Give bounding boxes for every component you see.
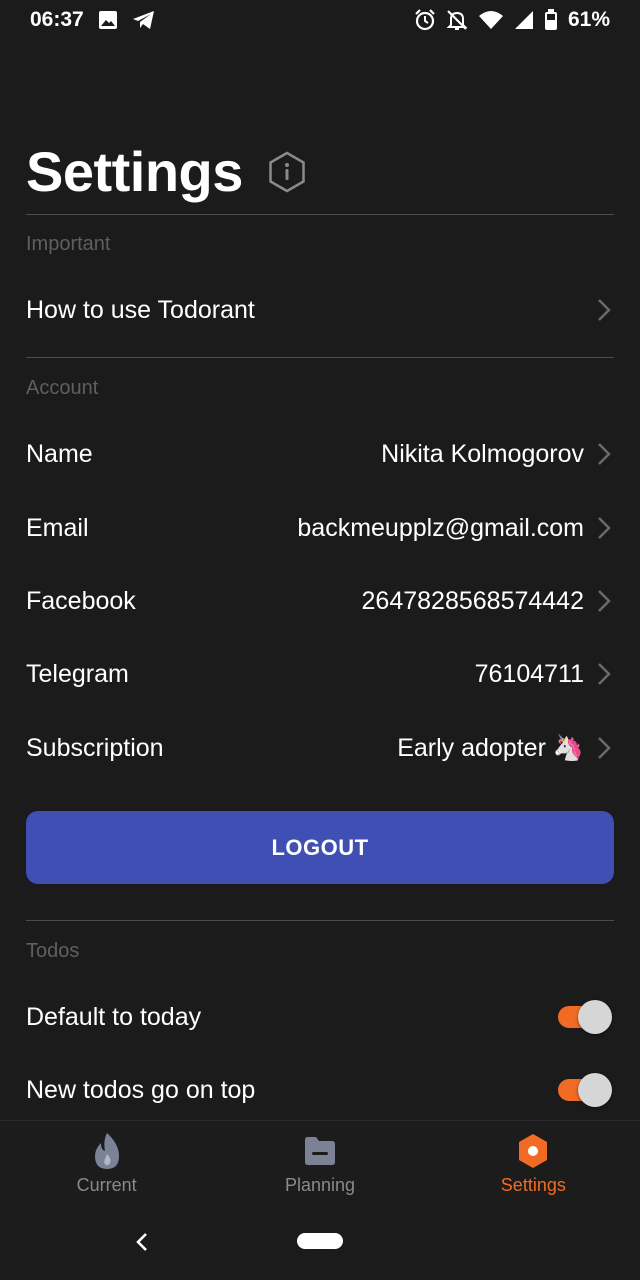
default-to-today-row: Default to today: [26, 987, 614, 1047]
row-label: Subscription: [26, 733, 164, 762]
chevron-right-icon: [594, 298, 614, 322]
row-label: Facebook: [26, 586, 136, 615]
chevron-right-icon: [594, 662, 614, 686]
chevron-right-icon: [594, 516, 614, 540]
row-label: Default to today: [26, 1002, 202, 1031]
row-right: 2647828568574442: [362, 587, 614, 616]
row-label: Telegram: [26, 659, 129, 688]
page-title: Settings: [26, 140, 243, 203]
divider: [26, 357, 614, 358]
status-time: 06:37: [30, 8, 84, 31]
home-pill[interactable]: [297, 1233, 343, 1249]
new-todos-on-top-toggle[interactable]: [558, 1073, 614, 1107]
chevron-right-icon: [594, 589, 614, 613]
section-header-account: Account: [26, 377, 99, 399]
battery-percentage: 61%: [567, 8, 610, 31]
back-icon[interactable]: [130, 1230, 154, 1254]
tab-settings[interactable]: Settings: [427, 1121, 640, 1212]
facebook-value: 2647828568574442: [361, 586, 584, 615]
tab-current[interactable]: Current: [0, 1121, 213, 1212]
folder-icon: [302, 1131, 338, 1171]
section-header-important: Important: [26, 233, 111, 255]
tab-label: Planning: [284, 1175, 356, 1195]
chevron-right-icon: [594, 442, 614, 466]
tab-label: Settings: [500, 1175, 566, 1195]
divider: [26, 920, 614, 921]
image-icon: [98, 10, 118, 30]
telegram-value: 76104711: [474, 659, 584, 688]
alarm-icon: [414, 9, 436, 31]
page-header: Settings: [26, 140, 614, 204]
wifi-icon: [478, 10, 504, 30]
row-right: 76104711: [475, 660, 614, 689]
email-row[interactable]: Email backmeupplz@gmail.com: [26, 498, 614, 558]
name-row[interactable]: Name Nikita Kolmogorov: [26, 424, 614, 484]
info-icon[interactable]: [265, 150, 309, 194]
row-label: Email: [26, 513, 89, 542]
system-nav-bar: [0, 1212, 640, 1280]
default-to-today-toggle[interactable]: [558, 1000, 614, 1034]
toggle-knob: [578, 1000, 612, 1034]
settings-hexagon-icon: [515, 1131, 551, 1171]
row-right: Early adopter 🦄: [397, 734, 614, 763]
subscription-value: Early adopter 🦄: [397, 733, 584, 762]
name-value: Nikita Kolmogorov: [381, 439, 584, 468]
row-right: [594, 298, 614, 322]
row-right: backmeupplz@gmail.com: [297, 514, 614, 543]
divider: [26, 214, 614, 215]
facebook-row[interactable]: Facebook 2647828568574442: [26, 571, 614, 631]
row-label: Name: [26, 439, 93, 468]
telegram-row[interactable]: Telegram 76104711: [26, 644, 614, 704]
logout-button[interactable]: LOGOUT: [26, 811, 614, 884]
notifications-off-icon: [446, 9, 468, 31]
tab-label: Current: [76, 1175, 137, 1195]
tab-planning[interactable]: Planning: [213, 1121, 426, 1212]
how-to-use-row[interactable]: How to use Todorant: [26, 280, 614, 340]
email-value: backmeupplz@gmail.com: [297, 513, 584, 542]
status-bar-left: 06:37: [30, 8, 156, 32]
chevron-right-icon: [594, 736, 614, 760]
subscription-row[interactable]: Subscription Early adopter 🦄: [26, 718, 614, 778]
status-bar-right: 61%: [414, 8, 610, 32]
battery-icon: [544, 9, 558, 31]
status-bar: 06:37 61%: [0, 0, 640, 40]
signal-icon: [514, 10, 534, 30]
row-label: New todos go on top: [26, 1075, 256, 1104]
telegram-icon: [132, 10, 156, 30]
bottom-nav: Current Planning Settings: [0, 1120, 640, 1212]
settings-screen: 06:37 61% Settings Important How to use …: [0, 0, 640, 1280]
row-right: Nikita Kolmogorov: [381, 440, 614, 469]
row-label: How to use Todorant: [26, 295, 255, 324]
section-header-todos: Todos: [26, 940, 80, 962]
flame-icon: [89, 1131, 125, 1171]
toggle-knob: [578, 1073, 612, 1107]
new-todos-on-top-row: New todos go on top: [26, 1060, 614, 1120]
